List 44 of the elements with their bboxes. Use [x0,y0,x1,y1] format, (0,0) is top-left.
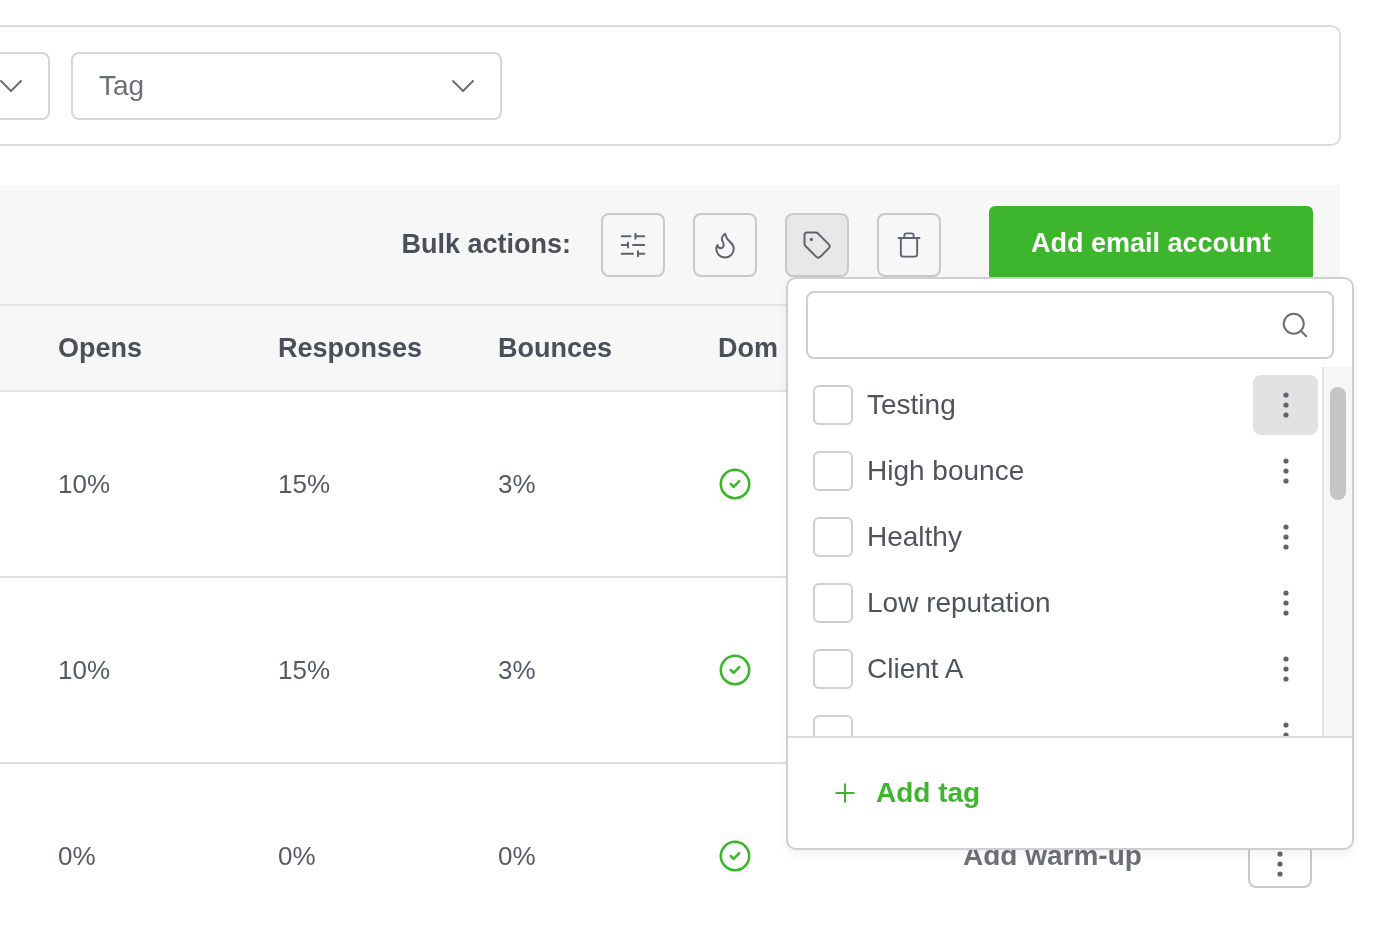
sliders-button[interactable] [601,212,665,277]
search-field[interactable] [806,291,1334,359]
kebab-icon [1282,392,1289,418]
checkbox[interactable] [813,649,853,689]
kebab-icon [1282,458,1289,484]
table-cell-text: 15% [278,468,332,500]
column-header: Responses [278,332,424,364]
flame-button[interactable] [693,212,757,277]
column-header: Dom [718,332,779,364]
checkbox[interactable] [813,583,853,623]
column-header: Opens [58,332,144,364]
search-icon [1280,310,1310,340]
kebab-icon [1282,590,1289,616]
trash-button[interactable] [877,212,941,277]
tag-icon [802,229,832,260]
kebab-icon [1282,524,1289,550]
tag-label[interactable]: Low reputation [867,587,1253,619]
tag-menu-button[interactable] [1253,375,1318,435]
trash-icon [895,230,923,259]
scrollbar-thumb[interactable] [1330,387,1346,500]
bulk-actions-label: Bulk actions: [401,229,571,260]
column-header: Bounces [498,332,614,364]
kebab-icon [1277,851,1283,877]
table-cell-text: 10% [58,468,112,500]
table-cell-text: 10% [58,654,112,686]
chevron-down-icon [0,79,22,92]
table-cell-text: 0% [58,840,97,872]
table-cell-text: 0% [278,840,317,872]
select-field[interactable]: Tag [71,51,502,120]
tag-button[interactable] [785,212,849,277]
tag-label[interactable]: Testing [867,389,1253,421]
table-cell-text: 3% [498,468,537,500]
kebab-icon [1282,656,1289,682]
checkbox[interactable] [813,517,853,557]
select-label: Tag [99,69,145,102]
table-cell-text: 3% [498,654,537,686]
checkbox[interactable] [813,451,853,491]
checkbox[interactable] [813,385,853,425]
tag-label[interactable]: High bounce [867,455,1253,487]
tag-label[interactable]: Client A [867,653,1253,685]
tag-label[interactable]: Healthy [867,521,1253,553]
chevron-down-icon [452,79,474,92]
table-cell-text: 0% [498,840,537,872]
table-cell-text: 15% [278,654,332,686]
